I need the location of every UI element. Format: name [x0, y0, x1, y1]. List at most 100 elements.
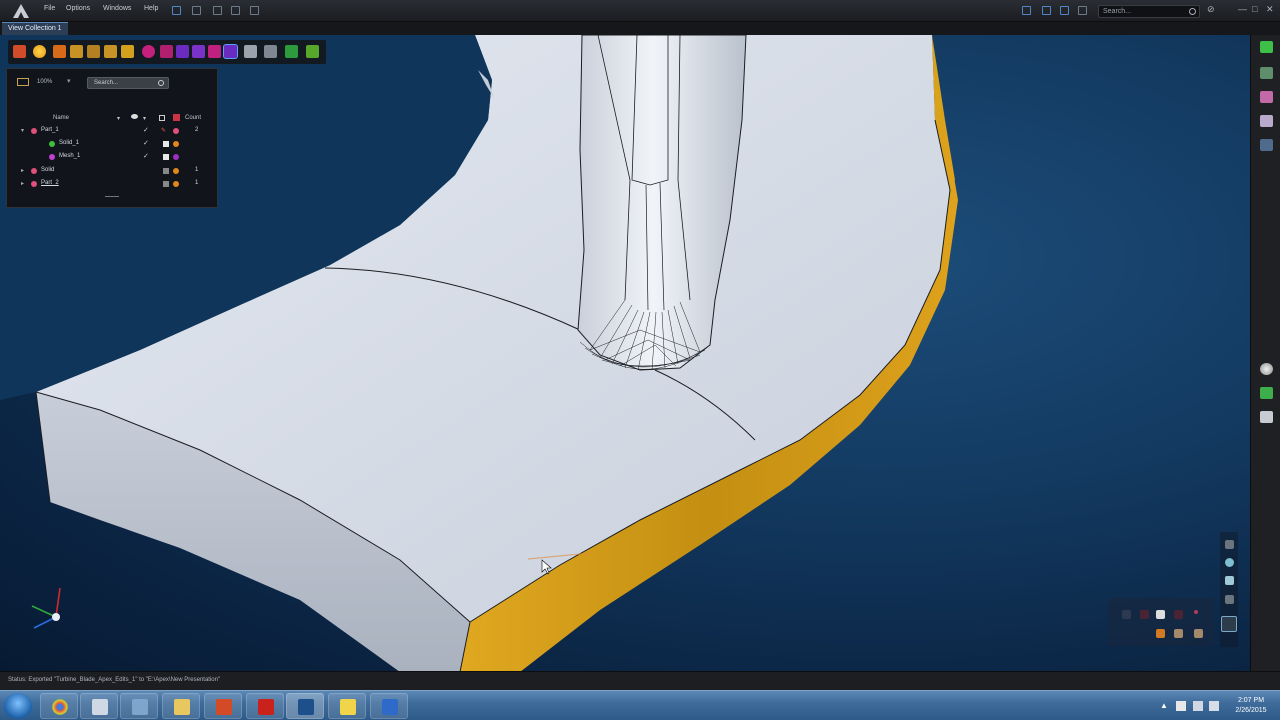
lasso-tool-icon[interactable] — [1042, 6, 1051, 15]
volume-icon[interactable] — [1209, 701, 1219, 711]
redo-icon[interactable] — [192, 6, 201, 15]
minimize-button[interactable]: — — [1238, 4, 1247, 14]
browser-zoom[interactable]: 100% — [37, 79, 52, 85]
maximize-button[interactable]: □ — [1252, 4, 1257, 14]
taskbar-remote[interactable] — [370, 693, 408, 719]
cube-wire-icon[interactable] — [87, 45, 100, 58]
save-icon[interactable] — [231, 6, 240, 15]
view-home-icon[interactable] — [1156, 610, 1165, 619]
view-back-icon[interactable] — [1122, 610, 1131, 619]
mesh-hidden-icon[interactable] — [192, 45, 205, 58]
app-logo-icon[interactable] — [12, 3, 30, 19]
start-button[interactable] — [4, 693, 32, 719]
browser-row-part2[interactable]: ▸ Part_2 1 — [15, 178, 215, 190]
tray-expand-icon[interactable]: ▲ — [1160, 701, 1170, 711]
pan-icon[interactable] — [1225, 540, 1234, 549]
visibility-check[interactable]: ✓ — [143, 139, 149, 147]
view-prev-icon[interactable] — [1140, 610, 1149, 619]
new-icon[interactable] — [213, 6, 222, 15]
taskbar-network[interactable] — [120, 693, 158, 719]
menu-help[interactable]: Help — [144, 5, 158, 12]
expand-icon[interactable]: ▾ — [21, 127, 24, 134]
section-icon[interactable] — [285, 45, 298, 58]
expand-icon[interactable]: ▸ — [21, 180, 24, 187]
search-icon[interactable] — [1189, 8, 1196, 15]
explode-icon[interactable] — [306, 45, 319, 58]
filter-icon[interactable]: ▾ — [117, 115, 120, 122]
render-icon[interactable] — [13, 45, 26, 58]
view-side-icon[interactable] — [1194, 629, 1203, 638]
cube-shaded-icon[interactable] — [53, 45, 66, 58]
mesh-edges-icon[interactable] — [160, 45, 173, 58]
stack-icon[interactable] — [1260, 387, 1273, 399]
tab-view-collection[interactable]: View Collection 1 — [2, 22, 68, 35]
cube-edges-icon[interactable] — [70, 45, 83, 58]
fit-icon[interactable] — [1225, 595, 1234, 604]
gear-display-icon[interactable] — [244, 45, 257, 58]
browser-row-solid[interactable]: ▸ Solid 1 — [15, 165, 215, 177]
browser-search-input[interactable]: Search... — [87, 77, 169, 89]
mesh-transparent-icon[interactable] — [208, 45, 221, 58]
view-marker-icon[interactable] — [1194, 610, 1198, 614]
geometry-tool-icon[interactable] — [1260, 41, 1273, 53]
column-name[interactable]: Name — [53, 115, 69, 121]
taskbar-pdf[interactable] — [246, 693, 284, 719]
column-count[interactable]: Count — [185, 115, 201, 121]
mesh-shaded-icon[interactable] — [142, 45, 155, 58]
menu-options[interactable]: Options — [66, 5, 90, 12]
browser-menu-icon[interactable] — [17, 78, 29, 86]
view-iso-icon[interactable] — [1156, 629, 1165, 638]
search-icon[interactable] — [158, 80, 164, 86]
shaded-icon[interactable] — [33, 45, 46, 58]
taskbar-apex[interactable] — [286, 693, 324, 719]
zoom-icon[interactable] — [1225, 576, 1234, 585]
filter-icon[interactable] — [1060, 6, 1069, 15]
browser-row-part1[interactable]: ▾ Part_1 ✓ ✎ 2 — [15, 125, 215, 137]
color-swatch-icon[interactable]: ✎ — [161, 127, 166, 134]
search-input[interactable]: Search... — [1098, 5, 1200, 18]
settings-icon[interactable] — [1078, 6, 1087, 15]
mesh-element-icon[interactable] — [223, 44, 238, 59]
taskbar-chrome[interactable] — [40, 693, 78, 719]
color-swatch[interactable] — [163, 154, 169, 160]
list-icon[interactable] — [1260, 139, 1273, 151]
sphere-icon[interactable] — [1260, 363, 1273, 375]
color-swatch[interactable] — [163, 181, 169, 187]
taskbar-folder[interactable] — [162, 693, 200, 719]
cube-transparent-icon[interactable] — [121, 45, 134, 58]
browser-row-mesh1[interactable]: Mesh_1 ✓ — [15, 151, 215, 163]
select-tool-icon[interactable] — [1022, 6, 1031, 15]
taskbar-notes[interactable] — [328, 693, 366, 719]
color-column-icon[interactable] — [159, 115, 165, 121]
color-swatch[interactable] — [163, 141, 169, 147]
rotate-icon[interactable] — [1225, 558, 1234, 567]
browser-row-solid1[interactable]: Solid_1 ✓ — [15, 138, 215, 150]
gear-settings-icon[interactable] — [264, 45, 277, 58]
network-tray-icon[interactable] — [1193, 701, 1203, 711]
mesh-edit-icon[interactable] — [1260, 115, 1273, 127]
car-icon[interactable] — [1260, 411, 1273, 423]
layers-icon[interactable] — [1260, 67, 1273, 79]
type-column-icon[interactable] — [173, 114, 180, 121]
visibility-icon[interactable] — [131, 114, 138, 119]
mesh-tool-icon[interactable] — [1260, 91, 1273, 103]
zoom-dropdown-icon[interactable]: ▾ — [67, 77, 71, 85]
menu-file[interactable]: File — [44, 5, 55, 12]
visibility-check[interactable]: ✓ — [143, 152, 149, 160]
color-swatch[interactable] — [163, 168, 169, 174]
undo-icon[interactable] — [172, 6, 181, 15]
visibility-check[interactable]: ✓ — [143, 126, 149, 134]
view-next-icon[interactable] — [1174, 610, 1183, 619]
filter-icon[interactable]: ▾ — [143, 115, 146, 122]
view-front-icon[interactable] — [1174, 629, 1183, 638]
close-button[interactable]: ✕ — [1266, 4, 1274, 15]
mesh-wire-icon[interactable] — [176, 45, 189, 58]
system-clock[interactable]: 2:07 PM 2/26/2015 — [1226, 696, 1276, 716]
help-dropdown-icon[interactable]: ⊘ — [1207, 4, 1215, 15]
menu-windows[interactable]: Windows — [103, 5, 131, 12]
cube-hidden-icon[interactable] — [104, 45, 117, 58]
taskbar-explorer[interactable] — [80, 693, 118, 719]
resize-grip[interactable] — [105, 196, 119, 197]
flag-icon[interactable] — [1176, 701, 1186, 711]
menu-icon[interactable] — [250, 6, 259, 15]
